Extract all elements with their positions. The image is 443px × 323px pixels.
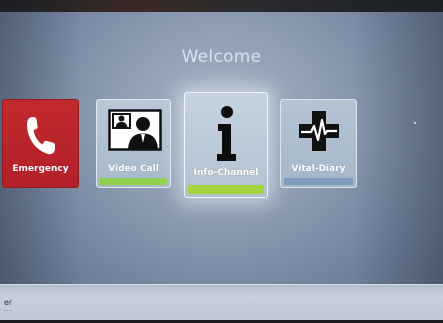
bottom-bar-text: er [4,298,13,307]
monitor-bezel-top [0,0,443,12]
heart-pulse-cross-icon [298,110,340,152]
video-call-status-bar [100,178,167,185]
phone-icon [24,114,58,156]
vital-diary-tile[interactable]: Vital-Diary [280,99,357,188]
info-icon [214,105,240,163]
emergency-tile[interactable]: Emergency [2,99,79,188]
screen-indicator-dot [414,122,416,124]
bottom-bar-subtext: ··· ·· [4,308,12,313]
welcome-heading: Welcome [181,47,262,67]
info-channel-label: Info-Channel [193,168,259,178]
emergency-label: Emergency [12,164,69,174]
vital-diary-status-bar [284,178,353,185]
info-channel-status-bar [188,185,264,194]
bottom-status-bar [0,284,443,321]
video-call-icon [108,109,162,153]
video-call-tile[interactable]: Video Call [96,99,171,188]
display-frame: Welcome Emergency Video Call Info-Channe… [0,0,443,323]
vital-diary-label: Vital-Diary [291,164,346,174]
video-call-label: Video Call [108,164,159,174]
info-channel-tile[interactable]: Info-Channel [184,92,268,198]
